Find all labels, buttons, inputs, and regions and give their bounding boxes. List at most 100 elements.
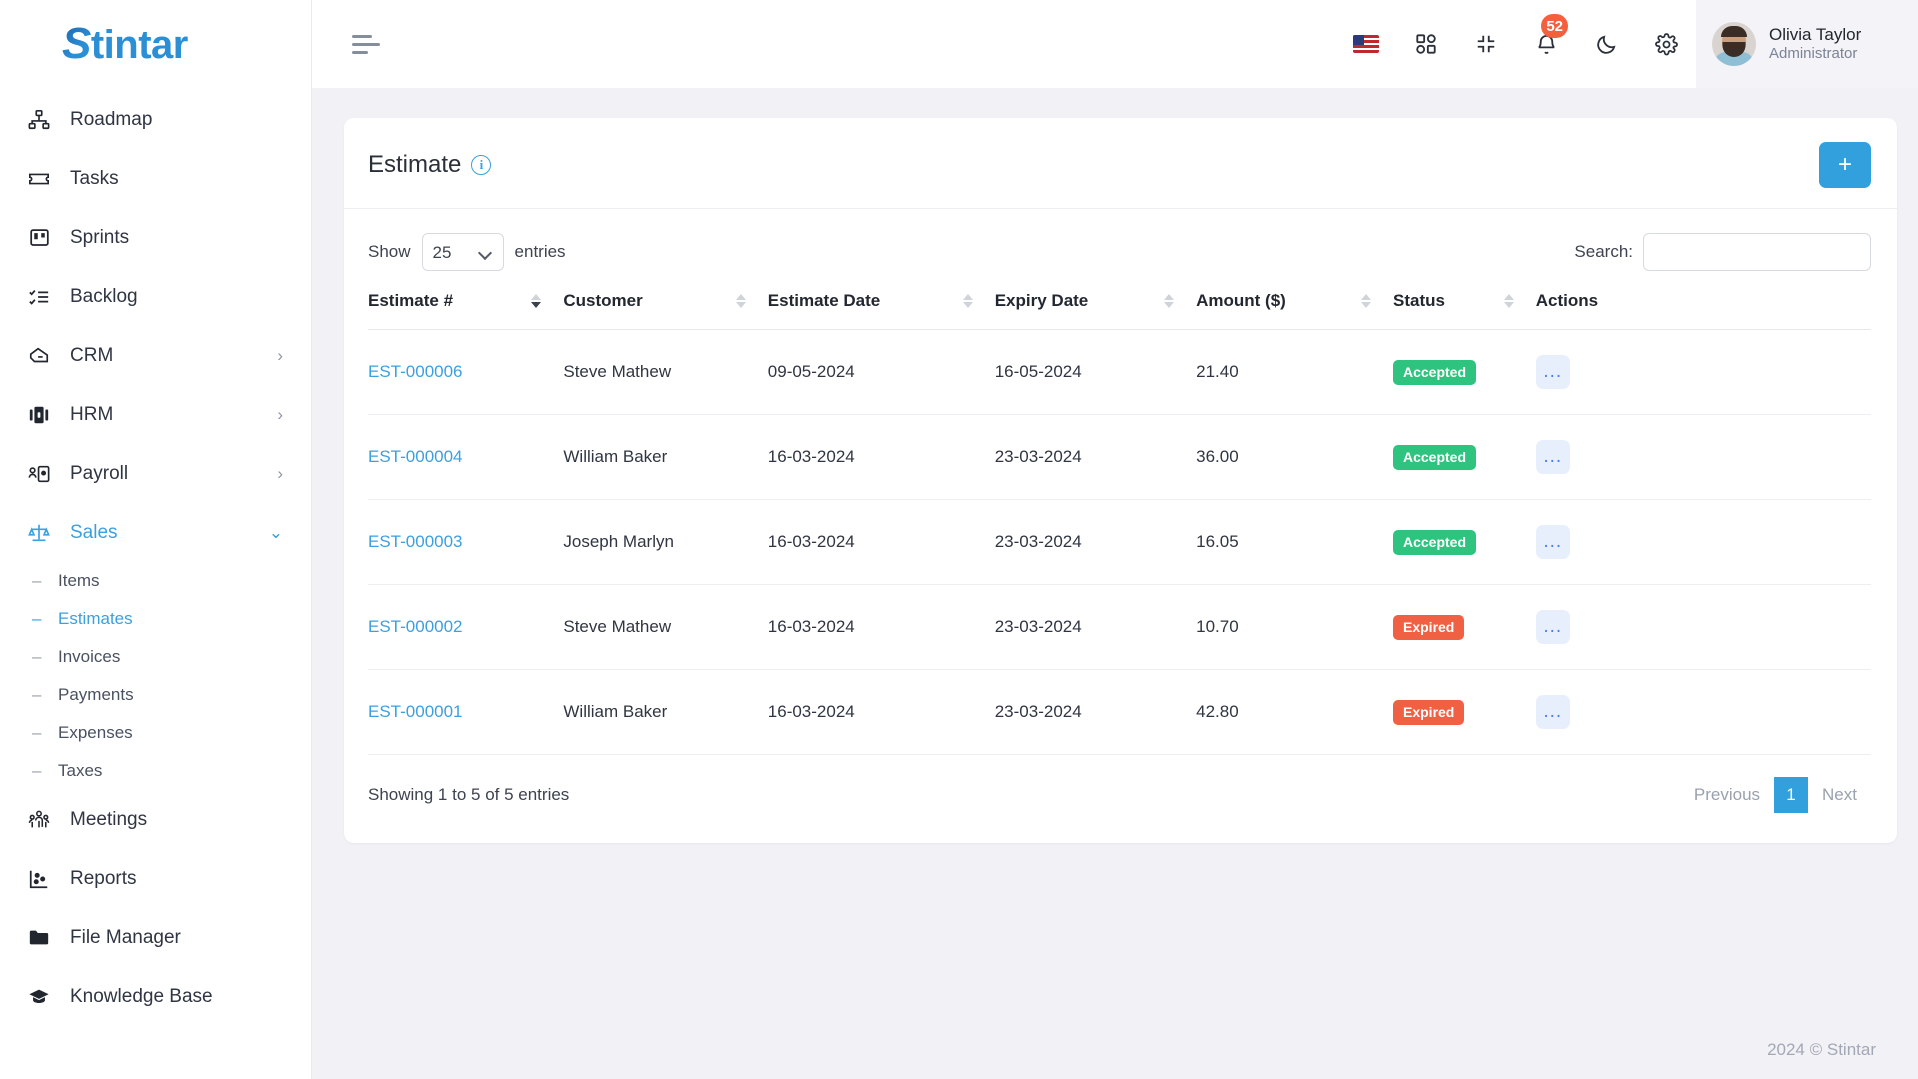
status-badge: Accepted — [1393, 529, 1477, 555]
search-control: Search: — [1574, 233, 1871, 271]
sidebar-item-backlog[interactable]: Backlog — [0, 267, 311, 326]
sort-indicator-icon[interactable] — [1503, 294, 1514, 308]
sidebar-item-meetings[interactable]: Meetings — [0, 790, 311, 849]
show-entries-control: Show 10 25 50 100 entries — [368, 233, 566, 271]
theme-toggle-button[interactable] — [1576, 0, 1636, 88]
add-estimate-button[interactable]: + — [1819, 142, 1871, 188]
page-title-wrap: Estimate i — [368, 151, 492, 179]
cell-estimate-number: EST-000006 — [368, 329, 564, 415]
sidebar-item-crm[interactable]: CRM › — [0, 326, 311, 385]
notification-badge: 52 — [1541, 14, 1568, 38]
sidebar-item-knowledge-base[interactable]: Knowledge Base — [0, 967, 311, 1026]
estimate-link[interactable]: EST-000002 — [368, 617, 463, 636]
sidebar-subitem-invoices[interactable]: – Invoices — [0, 638, 311, 676]
row-actions-button[interactable]: ... — [1535, 610, 1570, 644]
sidebar-subitem-expenses[interactable]: – Expenses — [0, 714, 311, 752]
sidebar-subitem-label: Invoices — [58, 647, 121, 666]
cell-estimate-date: 16-03-2024 — [767, 499, 995, 585]
notifications-button[interactable]: 52 — [1516, 0, 1576, 88]
fullscreen-button[interactable] — [1456, 0, 1516, 88]
row-actions-button[interactable]: ... — [1535, 440, 1570, 474]
us-flag-icon — [1353, 35, 1379, 53]
estimate-link[interactable]: EST-000006 — [368, 362, 463, 381]
sidebar: Stintar Roadmap Tasks Sprints Backlog CR… — [0, 0, 312, 1079]
cell-amount: 21.40 — [1196, 329, 1393, 415]
estimate-link[interactable]: EST-000001 — [368, 702, 463, 721]
column-header-customer[interactable]: Customer — [563, 283, 768, 330]
sidebar-subitem-label: Expenses — [58, 723, 133, 742]
column-label: Estimate Date — [767, 291, 881, 310]
table-head: Estimate # Customer Estimate Date Expiry… — [368, 283, 1871, 330]
table-wrapper: Estimate # Customer Estimate Date Expiry… — [344, 283, 1897, 755]
dash-marker: – — [32, 647, 42, 666]
pagination-page-1[interactable]: 1 — [1774, 777, 1809, 813]
column-header-estimate-date[interactable]: Estimate Date — [767, 283, 995, 330]
settings-button[interactable] — [1636, 0, 1696, 88]
row-actions-button[interactable]: ... — [1535, 525, 1570, 559]
hamburger-line — [352, 42, 380, 46]
sidebar-item-sprints[interactable]: Sprints — [0, 208, 311, 267]
sitemap-icon — [24, 108, 54, 132]
estimate-link[interactable]: EST-000003 — [368, 532, 463, 551]
search-input[interactable] — [1643, 233, 1871, 271]
cell-estimate-number: EST-000002 — [368, 584, 564, 670]
user-profile[interactable]: Olivia Taylor Administrator — [1696, 0, 1918, 88]
sidebar-item-payroll[interactable]: Payroll › — [0, 444, 311, 503]
sidebar-item-sales[interactable]: Sales ⌄ — [0, 503, 311, 562]
cell-estimate-date: 16-03-2024 — [767, 414, 995, 500]
sidebar-item-label: Knowledge Base — [70, 985, 213, 1007]
sort-indicator-icon[interactable] — [735, 294, 746, 308]
show-label: Show — [368, 242, 411, 261]
cell-amount: 16.05 — [1196, 499, 1393, 585]
sort-indicator-icon[interactable] — [962, 294, 973, 308]
pagination-next[interactable]: Next — [1808, 777, 1871, 813]
estimate-link[interactable]: EST-000004 — [368, 447, 463, 466]
sidebar-item-file-manager[interactable]: File Manager — [0, 908, 311, 967]
sidebar-item-label: Backlog — [70, 285, 138, 307]
row-actions-button[interactable]: ... — [1535, 695, 1570, 729]
column-header-expiry-date[interactable]: Expiry Date — [994, 283, 1197, 330]
page-length-select[interactable]: 10 25 50 100 — [421, 233, 504, 271]
avatar-hair — [1721, 26, 1747, 37]
sidebar-item-tasks[interactable]: Tasks — [0, 149, 311, 208]
pagination-previous[interactable]: Previous — [1680, 777, 1774, 813]
sidebar-item-label: CRM — [70, 344, 114, 366]
brand-logo[interactable]: Stintar — [0, 0, 311, 88]
sort-indicator-icon[interactable] — [1164, 294, 1175, 308]
column-header-amount[interactable]: Amount ($) — [1196, 283, 1393, 330]
sidebar-subitem-estimates[interactable]: – Estimates — [0, 600, 311, 638]
table-row: EST-000001 William Baker 16-03-2024 23-0… — [368, 669, 1871, 755]
app-root: Stintar Roadmap Tasks Sprints Backlog CR… — [0, 0, 1918, 1079]
sort-indicator-icon[interactable] — [1361, 294, 1371, 308]
sidebar-item-hrm[interactable]: HRM › — [0, 385, 311, 444]
hamburger-icon[interactable] — [352, 34, 380, 54]
column-header-estimate-number[interactable]: Estimate # — [368, 283, 564, 330]
sidebar-subitem-payments[interactable]: – Payments — [0, 676, 311, 714]
dash-marker: – — [32, 685, 42, 704]
column-label: Estimate # — [368, 291, 454, 310]
profile-name: Olivia Taylor — [1769, 25, 1862, 44]
status-badge: Expired — [1393, 699, 1465, 725]
cell-status: Accepted — [1393, 329, 1536, 415]
apps-button[interactable] — [1396, 0, 1456, 88]
profile-text: Olivia Taylor Administrator — [1769, 24, 1861, 64]
column-header-status[interactable]: Status — [1393, 283, 1536, 330]
sort-indicator-icon[interactable] — [531, 294, 542, 308]
column-header-actions: Actions — [1535, 283, 1871, 330]
card-header: Estimate i + — [344, 118, 1897, 209]
dash-marker: – — [32, 761, 42, 780]
avatar — [1712, 22, 1756, 66]
sidebar-item-roadmap[interactable]: Roadmap — [0, 90, 311, 149]
cell-estimate-date: 09-05-2024 — [767, 329, 995, 415]
row-actions-button[interactable]: ... — [1535, 355, 1570, 389]
sidebar-item-reports[interactable]: Reports — [0, 849, 311, 908]
sidebar-subitem-taxes[interactable]: – Taxes — [0, 752, 311, 790]
cell-customer: William Baker — [563, 669, 768, 755]
sidebar-subitem-items[interactable]: – Items — [0, 562, 311, 600]
language-selector[interactable] — [1336, 0, 1396, 88]
cell-expiry-date: 23-03-2024 — [994, 669, 1197, 755]
info-icon[interactable]: i — [471, 155, 492, 175]
graduation-cap-icon — [24, 985, 54, 1009]
checklist-icon — [24, 285, 54, 309]
building-icon — [24, 403, 54, 427]
